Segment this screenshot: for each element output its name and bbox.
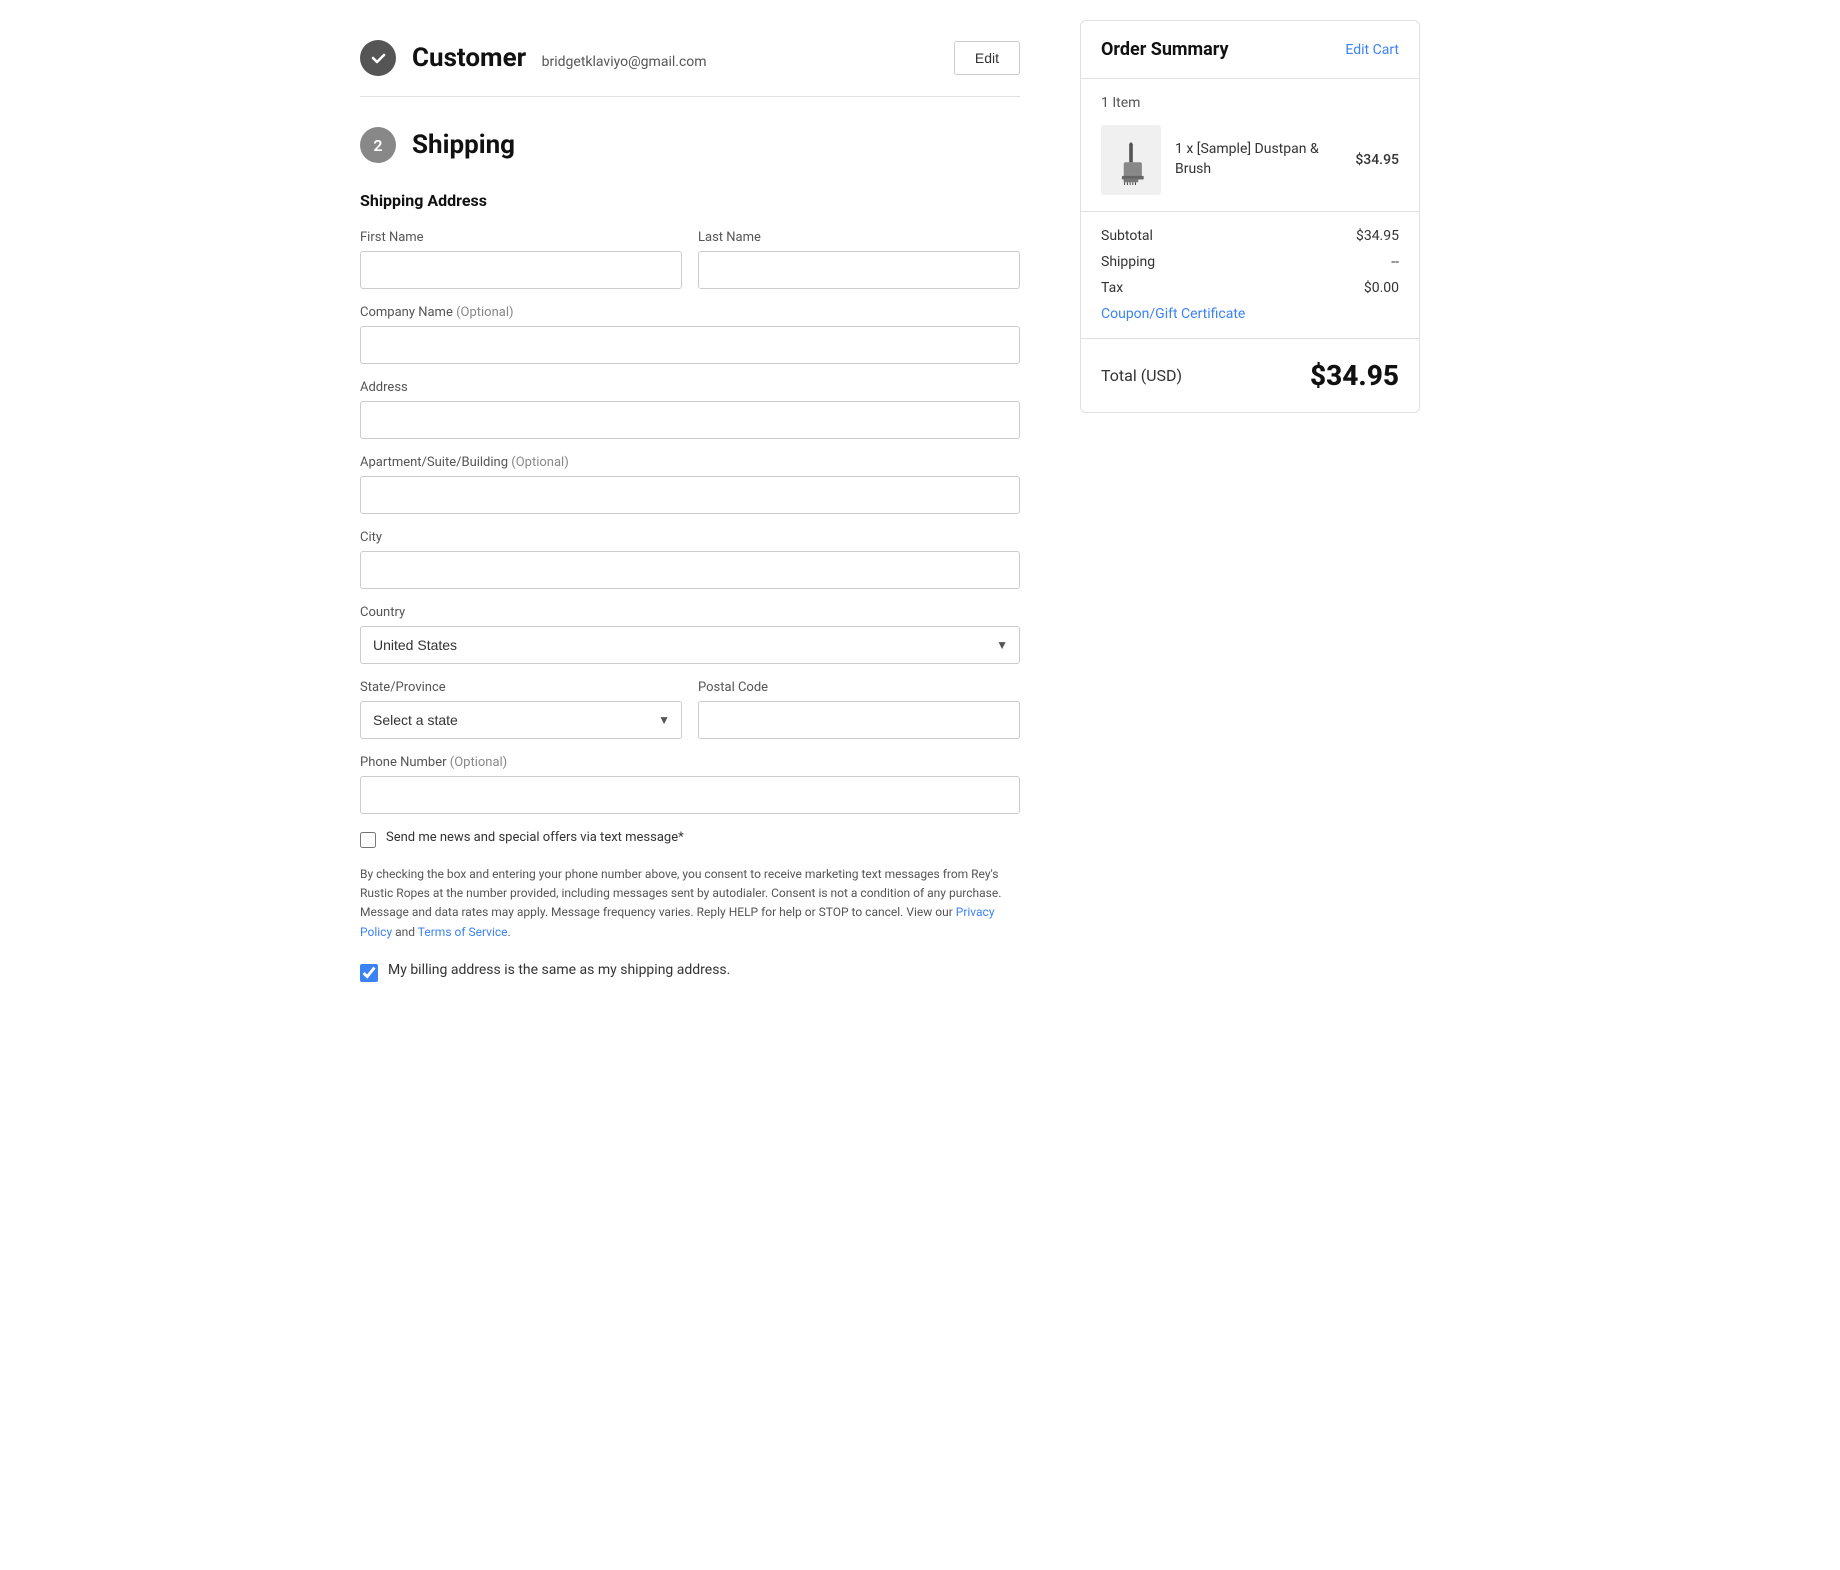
shipping-header: 2 Shipping xyxy=(360,127,1020,163)
last-name-group: Last Name xyxy=(698,230,1020,289)
shipping-row: Shipping -- xyxy=(1101,254,1399,270)
grand-total-row: Total (USD) $34.95 xyxy=(1081,339,1419,412)
subtotal-label: Subtotal xyxy=(1101,228,1153,244)
sms-checkbox-label[interactable]: Send me news and special offers via text… xyxy=(386,830,684,845)
customer-title: Customer xyxy=(412,43,526,73)
shipping-label: Shipping xyxy=(1101,254,1155,270)
city-input[interactable] xyxy=(360,551,1020,589)
shipping-section: 2 Shipping Shipping Address First Name L… xyxy=(360,97,1020,1014)
items-count: 1 Item xyxy=(1101,95,1399,111)
postal-code-label: Postal Code xyxy=(698,680,1020,695)
name-row: First Name Last Name xyxy=(360,230,1020,289)
apartment-label: Apartment/Suite/Building (Optional) xyxy=(360,455,1020,470)
shipping-value: -- xyxy=(1391,254,1399,270)
sms-checkbox-row: Send me news and special offers via text… xyxy=(360,830,1020,851)
state-group: State/Province Select a state Alabama Al… xyxy=(360,680,682,739)
first-name-label: First Name xyxy=(360,230,682,245)
city-group: City xyxy=(360,530,1020,589)
company-name-group: Company Name (Optional) xyxy=(360,305,1020,364)
order-summary-title: Order Summary xyxy=(1101,39,1229,60)
company-name-label: Company Name (Optional) xyxy=(360,305,1020,320)
apartment-input[interactable] xyxy=(360,476,1020,514)
subtotal-row: Subtotal $34.95 xyxy=(1101,228,1399,244)
item-price: $34.95 xyxy=(1355,152,1399,168)
order-summary-card: Order Summary Edit Cart 1 Item xyxy=(1080,20,1420,413)
sms-checkbox[interactable] xyxy=(360,832,376,848)
order-summary-header: Order Summary Edit Cart xyxy=(1081,21,1419,79)
country-select[interactable]: United States Canada United Kingdom xyxy=(360,626,1020,664)
shipping-address-title: Shipping Address xyxy=(360,191,1020,210)
step-number: 2 xyxy=(360,127,396,163)
customer-left: Customer bridgetklaviyo@gmail.com xyxy=(360,40,707,76)
billing-same-label[interactable]: My billing address is the same as my shi… xyxy=(388,962,730,978)
check-icon xyxy=(360,40,396,76)
edit-cart-link[interactable]: Edit Cart xyxy=(1345,42,1399,58)
state-select[interactable]: Select a state Alabama Alaska Arizona Ca… xyxy=(360,701,682,739)
customer-email: bridgetklaviyo@gmail.com xyxy=(542,54,707,70)
order-summary-sidebar: Order Summary Edit Cart 1 Item xyxy=(1080,20,1420,1014)
coupon-link[interactable]: Coupon/Gift Certificate xyxy=(1101,306,1399,322)
customer-section: Customer bridgetklaviyo@gmail.com Edit xyxy=(360,20,1020,96)
country-select-wrapper: United States Canada United Kingdom ▼ xyxy=(360,626,1020,664)
company-name-input[interactable] xyxy=(360,326,1020,364)
shipping-title: Shipping xyxy=(412,130,515,160)
address-label: Address xyxy=(360,380,1020,395)
main-content: Customer bridgetklaviyo@gmail.com Edit 2… xyxy=(360,20,1020,1014)
billing-same-checkbox[interactable] xyxy=(360,964,378,982)
country-group: Country United States Canada United King… xyxy=(360,605,1020,664)
address-input[interactable] xyxy=(360,401,1020,439)
city-label: City xyxy=(360,530,1020,545)
item-details: 1 x [Sample] Dustpan & Brush xyxy=(1175,140,1341,179)
tax-value: $0.00 xyxy=(1364,280,1399,296)
last-name-label: Last Name xyxy=(698,230,1020,245)
postal-code-group: Postal Code xyxy=(698,680,1020,739)
tax-row: Tax $0.00 xyxy=(1101,280,1399,296)
subtotal-value: $34.95 xyxy=(1356,228,1399,244)
phone-group: Phone Number (Optional) xyxy=(360,755,1020,814)
phone-label: Phone Number (Optional) xyxy=(360,755,1020,770)
tax-label: Tax xyxy=(1101,280,1123,296)
last-name-input[interactable] xyxy=(698,251,1020,289)
state-postal-row: State/Province Select a state Alabama Al… xyxy=(360,680,1020,739)
item-name: 1 x [Sample] Dustpan & Brush xyxy=(1175,141,1319,177)
postal-code-input[interactable] xyxy=(698,701,1020,739)
order-item: 1 x [Sample] Dustpan & Brush $34.95 xyxy=(1101,125,1399,195)
item-image xyxy=(1101,125,1161,195)
phone-input[interactable] xyxy=(360,776,1020,814)
apartment-group: Apartment/Suite/Building (Optional) xyxy=(360,455,1020,514)
billing-checkbox-row: My billing address is the same as my shi… xyxy=(360,962,1020,984)
order-totals: Subtotal $34.95 Shipping -- Tax $0.00 Co… xyxy=(1081,212,1419,339)
state-label: State/Province xyxy=(360,680,682,695)
edit-customer-button[interactable]: Edit xyxy=(954,41,1020,75)
consent-text: By checking the box and entering your ph… xyxy=(360,865,1020,942)
country-label: Country xyxy=(360,605,1020,620)
state-select-wrapper: Select a state Alabama Alaska Arizona Ca… xyxy=(360,701,682,739)
address-group: Address xyxy=(360,380,1020,439)
first-name-input[interactable] xyxy=(360,251,682,289)
first-name-group: First Name xyxy=(360,230,682,289)
terms-of-service-link[interactable]: Terms of Service xyxy=(418,925,508,939)
grand-total-label: Total (USD) xyxy=(1101,366,1182,385)
grand-total-amount: $34.95 xyxy=(1310,359,1399,392)
customer-info: Customer bridgetklaviyo@gmail.com xyxy=(412,43,707,73)
order-items-section: 1 Item xyxy=(1081,79,1419,212)
